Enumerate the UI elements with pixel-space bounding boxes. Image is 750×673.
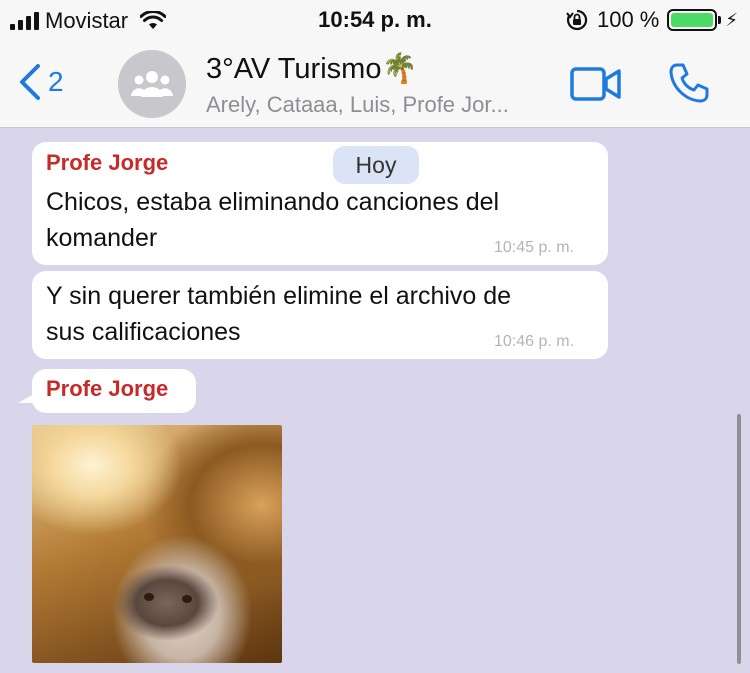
message-list[interactable]: Profe Jorge Chicos, estaba eliminando ca… [0,129,750,673]
battery-icon [667,9,722,31]
photo-detail [182,595,192,603]
scrollbar[interactable] [737,414,741,664]
status-bar: Movistar 10:54 p. m. 100 % ⚡ [0,0,750,40]
hamster-photo[interactable] [32,425,282,663]
message-line: Chicos, estaba eliminando canciones del [46,188,500,216]
chat-header: 2 3°AV Turismo🌴 Arely, Cataaa, Luis, Pro… [0,40,750,128]
back-chevron-icon [20,64,40,100]
battery-percentage: 100 % [596,7,660,32]
group-avatar[interactable] [118,50,186,118]
group-avatar-icon [131,71,173,97]
message-line: komander [46,224,158,252]
video-call-icon[interactable] [570,66,622,102]
message-line: sus calificaciones [46,318,241,346]
bubble-tail [18,393,36,403]
chat-title[interactable]: 3°AV Turismo🌴 [206,52,418,86]
battery-info: 100 % ⚡ [565,7,738,33]
unread-count: 2 [48,66,64,97]
message-sender[interactable]: Profe Jorge [46,150,168,176]
charging-bolt-icon: ⚡ [725,9,738,30]
photo-detail [144,593,154,601]
message-line: Y sin querer también elimine el archivo … [46,282,512,310]
date-separator: Hoy [333,146,419,184]
message-sender[interactable]: Profe Jorge [46,376,168,402]
back-button[interactable]: 2 [16,62,64,102]
phone-call-icon[interactable] [668,62,710,104]
message-timestamp: 10:45 p. m. [494,239,575,256]
orientation-lock-icon [566,9,588,31]
message-timestamp: 10:46 p. m. [494,333,575,350]
participants-list[interactable]: Arely, Cataaa, Luis, Profe Jor... [206,92,509,118]
